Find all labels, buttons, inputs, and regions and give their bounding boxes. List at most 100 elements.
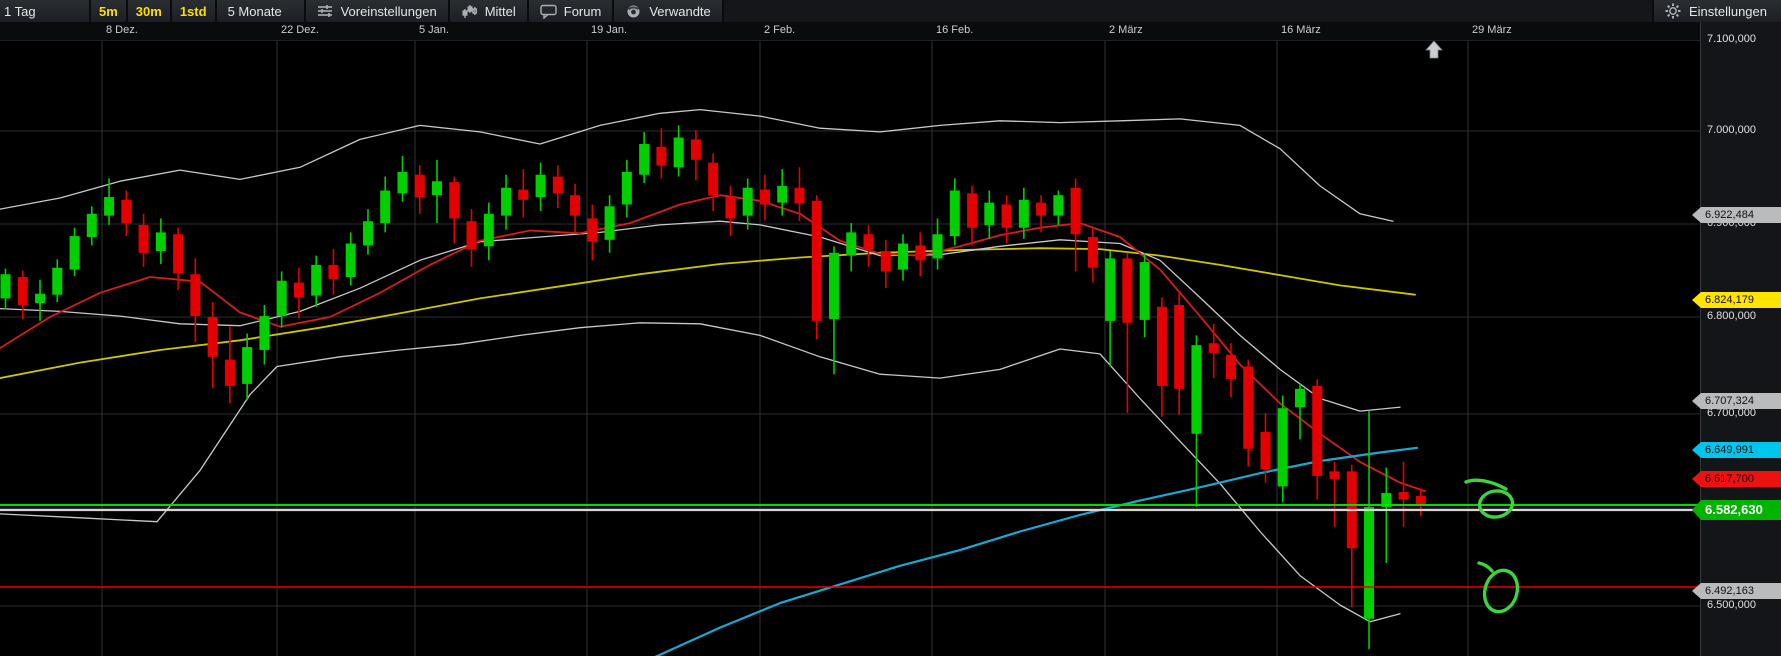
date-tick-label: 5 Jan. <box>419 24 449 36</box>
green-circle-lower[interactable] <box>1480 566 1522 615</box>
gear-icon <box>1665 3 1682 19</box>
candle-up <box>1 274 11 298</box>
candle-up <box>829 253 839 319</box>
price-tag-cyan-ma[interactable]: 6.649,991 <box>1692 442 1781 458</box>
forum-button[interactable]: Forum <box>529 0 615 22</box>
candle-down <box>415 175 425 197</box>
candle-down <box>328 265 338 279</box>
interval-5m-button[interactable]: 5m <box>91 0 128 22</box>
candle-down <box>1399 492 1409 500</box>
candle-up <box>1019 200 1029 228</box>
candle-up <box>1140 262 1150 320</box>
candle-down <box>1416 496 1426 504</box>
candle-down <box>208 317 218 357</box>
presets-button[interactable]: Voreinstellungen <box>306 0 450 22</box>
candle-down <box>225 360 235 386</box>
candle-up <box>933 234 943 258</box>
candle-down <box>915 245 925 260</box>
indicators-label: Mittel <box>485 4 516 19</box>
candle-down <box>121 200 131 223</box>
candle-up <box>311 265 321 296</box>
bollinger-middle-line <box>0 221 1400 411</box>
candle-down <box>1002 204 1012 227</box>
candle-down <box>1122 258 1132 322</box>
related-button[interactable]: Verwandte <box>614 0 723 22</box>
candle-up <box>104 197 114 216</box>
candle-down <box>1209 343 1219 353</box>
cyan-ma-line <box>600 448 1417 656</box>
candle-up <box>346 244 356 277</box>
candle-down <box>553 177 563 194</box>
candle-down <box>864 234 874 249</box>
price-tag-bollinger-upper[interactable]: 6.922,484 <box>1692 207 1781 223</box>
candle-up <box>484 214 494 247</box>
settings-label: Einstellungen <box>1689 4 1767 19</box>
trading-chart-app: 1 Tag 5m 30m 1std 5 Monate Voreinstellun… <box>0 0 1781 656</box>
candle-down <box>1226 355 1236 379</box>
date-tick-label: 2 März <box>1109 24 1143 36</box>
candle-down <box>294 283 304 298</box>
candle-down <box>708 163 718 196</box>
candles-icon <box>461 3 478 19</box>
candle-up <box>52 268 62 295</box>
interval-30m-button[interactable]: 30m <box>128 0 172 22</box>
price-axis[interactable]: 7.100,0007.000,0006.900,0006.800,0006.70… <box>1700 22 1781 656</box>
candle-up <box>35 294 45 303</box>
price-tag-bollinger-lower[interactable]: 6.492,163 <box>1692 583 1781 599</box>
price-axis-label: 6.800,000 <box>1707 310 1756 322</box>
candle-down <box>570 195 580 215</box>
date-tick-label: 29 März <box>1472 24 1512 36</box>
candle-up <box>1278 408 1288 486</box>
annotations <box>1466 480 1522 615</box>
interval-5m-label: 5m <box>99 4 118 19</box>
candle-up <box>536 175 546 197</box>
date-tick-label: 2 Feb. <box>764 24 795 36</box>
price-tag-yellow-ma[interactable]: 6.824,179 <box>1692 292 1781 308</box>
interval-30m-label: 30m <box>136 4 162 19</box>
date-tick-label: 22 Dez. <box>281 24 319 36</box>
candle-down <box>1157 307 1167 386</box>
candle-up <box>1191 345 1201 434</box>
price-tag-alarm-green[interactable]: 6.582,630 <box>1692 500 1781 520</box>
candle-up <box>70 236 80 269</box>
candle-up <box>777 186 787 203</box>
price-tag-red-ma[interactable]: 6.617,700 <box>1692 471 1781 487</box>
forum-label: Forum <box>564 4 602 19</box>
candle-up <box>259 316 269 350</box>
candle-down <box>18 277 28 305</box>
candle-down <box>794 188 804 204</box>
candle-up <box>397 172 407 193</box>
price-tag-bollinger-middle[interactable]: 6.707,324 <box>1692 393 1781 409</box>
candles <box>1 125 1426 649</box>
candle-up <box>432 181 442 195</box>
chart-plot-area[interactable] <box>0 40 1700 656</box>
arrow-up-marker[interactable] <box>1426 41 1442 58</box>
candle-down <box>518 190 528 200</box>
candle-down <box>1174 305 1184 389</box>
candle-up <box>363 221 373 245</box>
settings-button[interactable]: Einstellungen <box>1652 0 1781 22</box>
candle-up <box>674 138 684 168</box>
date-tick-label: 16 März <box>1281 24 1321 36</box>
interval-1std-label: 1std <box>180 4 207 19</box>
timeframe-button[interactable]: 1 Tag <box>0 0 91 22</box>
price-axis-label: 6.500,000 <box>1707 599 1756 611</box>
candle-up <box>1105 258 1115 320</box>
toolbar-spacer <box>724 0 1652 22</box>
candlestick-chart[interactable] <box>0 40 1700 656</box>
candle-down <box>173 234 183 273</box>
date-tick-label: 19 Jan. <box>591 24 627 36</box>
interval-1std-button[interactable]: 1std <box>172 0 217 22</box>
period-button[interactable]: 5 Monate <box>217 0 306 22</box>
related-label: Verwandte <box>649 4 710 19</box>
price-axis-label: 7.100,000 <box>1707 33 1756 45</box>
candle-down <box>1330 471 1340 479</box>
sliders-icon <box>317 3 334 19</box>
indicators-button[interactable]: Mittel <box>450 0 529 22</box>
date-tick-label: 8 Dez. <box>106 24 138 36</box>
date-axis[interactable]: 8 Dez.22 Dez.5 Jan.19 Jan.2 Feb.16 Feb.2… <box>0 22 1700 41</box>
candle-down <box>725 197 735 218</box>
candle-down <box>812 201 822 321</box>
candle-up <box>1295 389 1305 407</box>
bollinger-lower-line <box>0 323 1400 622</box>
